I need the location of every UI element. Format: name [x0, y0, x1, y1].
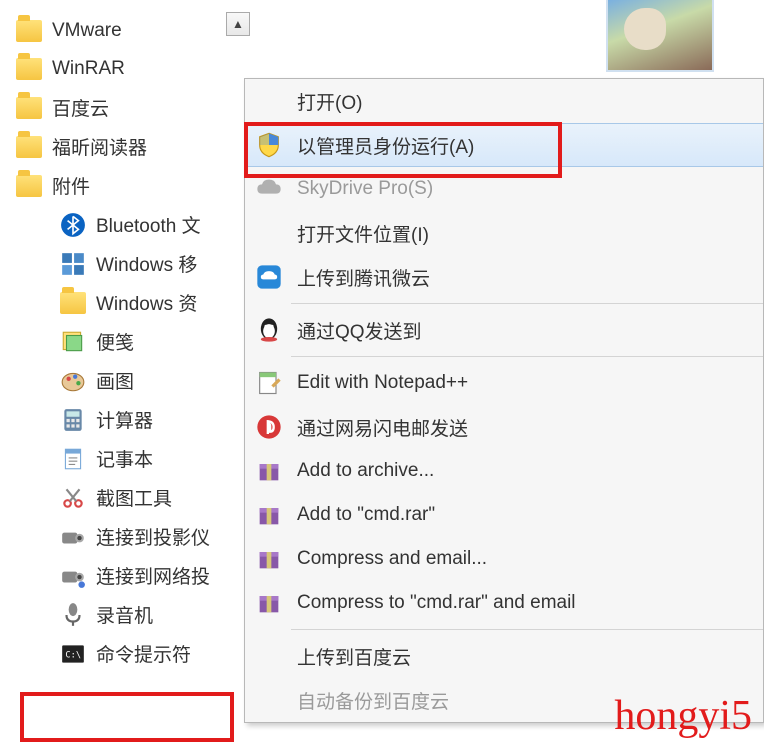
- notepadpp-icon: [255, 369, 283, 397]
- item-paint[interactable]: 画图: [14, 361, 246, 400]
- ctx-label: Add to archive...: [297, 460, 434, 482]
- item-command-prompt[interactable]: C:\ 命令提示符: [14, 634, 246, 673]
- ctx-netease[interactable]: 通过网易闪电邮发送: [245, 405, 763, 449]
- menu-label: Bluetooth 文: [96, 211, 201, 238]
- menu-label: 连接到网络投: [96, 562, 210, 589]
- ctx-open-location[interactable]: 打开文件位置(I): [245, 211, 763, 255]
- folder-winrar[interactable]: WinRAR: [14, 50, 246, 88]
- separator: [291, 356, 763, 357]
- item-calculator[interactable]: 计算器: [14, 400, 246, 439]
- ctx-label: 以管理员身份运行(A): [297, 132, 474, 159]
- calculator-icon: [60, 407, 86, 433]
- context-menu: 打开(O) 以管理员身份运行(A) SkyDrive Pro(S) 打开文件位置…: [244, 78, 764, 723]
- folder-icon: [16, 95, 42, 121]
- menu-label: 福昕阅读器: [52, 133, 147, 160]
- netease-icon: [255, 413, 283, 441]
- ctx-label: Add to "cmd.rar": [297, 504, 435, 526]
- menu-label: 画图: [96, 367, 134, 394]
- ctx-label: 打开文件位置(I): [297, 220, 429, 247]
- item-mobility[interactable]: Windows 移: [14, 244, 246, 283]
- folder-baiduyun[interactable]: 百度云: [14, 88, 246, 127]
- ctx-label: SkyDrive Pro(S): [297, 178, 433, 200]
- winrar-icon: [255, 545, 283, 573]
- folder-icon: [16, 56, 42, 82]
- ctx-label: Compress and email...: [297, 548, 487, 570]
- scissors-icon: [60, 485, 86, 511]
- menu-label: 百度云: [52, 94, 109, 121]
- ctx-notepadpp[interactable]: Edit with Notepad++: [245, 361, 763, 405]
- folder-accessories[interactable]: 附件: [14, 166, 246, 205]
- folder-vmware[interactable]: VMware: [14, 12, 246, 50]
- folder-foxit[interactable]: 福昕阅读器: [14, 127, 246, 166]
- ctx-weiyun[interactable]: 上传到腾讯微云: [245, 255, 763, 299]
- mobility-icon: [60, 251, 86, 277]
- item-projector[interactable]: 连接到投影仪: [14, 517, 246, 556]
- network-projector-icon: [60, 563, 86, 589]
- ctx-compress-email[interactable]: Compress and email...: [245, 537, 763, 581]
- folder-icon: [16, 134, 42, 160]
- weiyun-icon: [255, 263, 283, 291]
- ctx-label: 自动备份到百度云: [297, 687, 449, 714]
- item-bluetooth[interactable]: Bluetooth 文: [14, 205, 246, 244]
- folder-open-icon: [16, 18, 42, 44]
- ctx-add-archive[interactable]: Add to archive...: [245, 449, 763, 493]
- ctx-add-cmdrar[interactable]: Add to "cmd.rar": [245, 493, 763, 537]
- ctx-open[interactable]: 打开(O): [245, 79, 763, 123]
- ctx-label: 通过网易闪电邮发送: [297, 414, 468, 441]
- ctx-run-as-admin[interactable]: 以管理员身份运行(A): [245, 123, 763, 167]
- scroll-up-button[interactable]: ▲: [226, 12, 250, 36]
- user-account-picture[interactable]: [606, 0, 714, 72]
- menu-label: Windows 资: [96, 289, 197, 316]
- menu-label: 截图工具: [96, 484, 172, 511]
- cmd-icon: C:\: [60, 641, 86, 667]
- ctx-label: 打开(O): [297, 88, 362, 115]
- winrar-icon: [255, 457, 283, 485]
- item-network-projector[interactable]: 连接到网络投: [14, 556, 246, 595]
- shield-icon: [255, 131, 283, 159]
- ctx-label: 上传到百度云: [297, 643, 411, 670]
- ctx-upload-baidu[interactable]: 上传到百度云: [245, 634, 763, 678]
- notepad-icon: [60, 446, 86, 472]
- item-sticky-notes[interactable]: 便笺: [14, 322, 246, 361]
- svg-text:C:\: C:\: [65, 650, 81, 660]
- folder-open-icon: [16, 173, 42, 199]
- ctx-qq-send[interactable]: 通过QQ发送到: [245, 308, 763, 352]
- sticky-notes-icon: [60, 329, 86, 355]
- menu-label: Windows 移: [96, 250, 197, 277]
- menu-label: VMware: [52, 20, 122, 42]
- winrar-icon: [255, 501, 283, 529]
- winrar-icon: [255, 589, 283, 617]
- separator: [291, 303, 763, 304]
- item-snipping-tool[interactable]: 截图工具: [14, 478, 246, 517]
- ctx-skydrive[interactable]: SkyDrive Pro(S): [245, 167, 763, 211]
- microphone-icon: [60, 602, 86, 628]
- item-explorer[interactable]: Windows 资: [14, 283, 246, 322]
- ctx-compress-cmdrar-email[interactable]: Compress to "cmd.rar" and email: [245, 581, 763, 625]
- menu-label: 附件: [52, 172, 90, 199]
- menu-label: WinRAR: [52, 58, 125, 80]
- start-menu-programs-list: ▲ VMware WinRAR 百度云 福昕阅读器 附件 Bluetooth 文…: [14, 12, 246, 742]
- menu-label: 计算器: [96, 406, 153, 433]
- watermark-text: hongyi5: [614, 692, 752, 740]
- projector-icon: [60, 524, 86, 550]
- ctx-label: 上传到腾讯微云: [297, 264, 430, 291]
- ctx-label: Edit with Notepad++: [297, 372, 468, 394]
- qq-icon: [255, 316, 283, 344]
- cloud-icon: [255, 175, 283, 203]
- ctx-label: Compress to "cmd.rar" and email: [297, 592, 576, 614]
- menu-label: 记事本: [96, 445, 153, 472]
- paint-icon: [60, 368, 86, 394]
- separator: [291, 629, 763, 630]
- item-notepad[interactable]: 记事本: [14, 439, 246, 478]
- menu-label: 便笺: [96, 328, 134, 355]
- menu-label: 命令提示符: [96, 640, 191, 667]
- menu-label: 连接到投影仪: [96, 523, 210, 550]
- explorer-icon: [60, 290, 86, 316]
- bluetooth-icon: [60, 212, 86, 238]
- menu-label: 录音机: [96, 601, 153, 628]
- item-sound-recorder[interactable]: 录音机: [14, 595, 246, 634]
- ctx-label: 通过QQ发送到: [297, 317, 422, 344]
